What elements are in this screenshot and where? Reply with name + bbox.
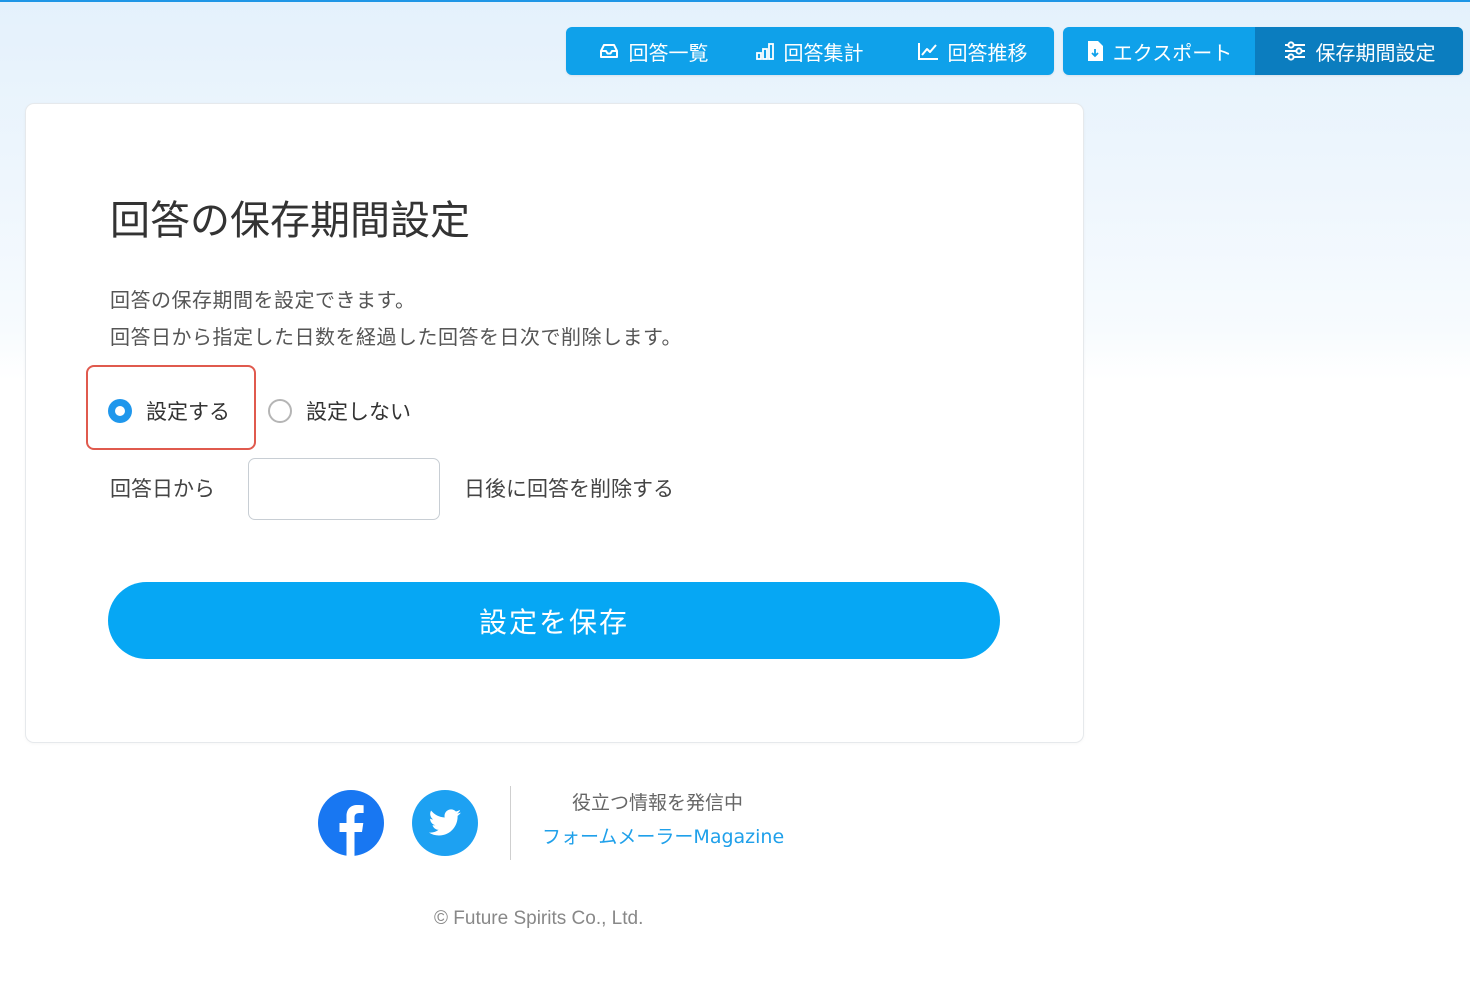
top-border bbox=[0, 0, 1470, 2]
nav-group-responses: 回答一覧 回答集計 回答推移 bbox=[566, 27, 1054, 75]
radio-option-disable[interactable]: 設定しない bbox=[268, 396, 411, 426]
nav-retention-settings-label: 保存期間設定 bbox=[1315, 40, 1436, 65]
nav-response-list-label: 回答一覧 bbox=[628, 40, 709, 65]
page-title: 回答の保存期間設定 bbox=[110, 198, 470, 244]
nav-response-summary[interactable]: 回答集計 bbox=[728, 27, 890, 75]
nav-group-settings: エクスポート 保存期間設定 bbox=[1063, 27, 1463, 75]
nav-response-summary-label: 回答集計 bbox=[783, 40, 864, 65]
facebook-link[interactable] bbox=[318, 790, 384, 856]
nav-response-trend[interactable]: 回答推移 bbox=[890, 27, 1054, 75]
description-line-2: 回答日から指定した日数を経過した回答を日次で削除します。 bbox=[110, 325, 682, 349]
radio-option-enable[interactable]: 設定する bbox=[108, 396, 230, 426]
retention-settings-card: 回答の保存期間設定 回答の保存期間を設定できます。 回答日から指定した日数を経過… bbox=[26, 104, 1083, 742]
footer-tagline: 役立つ情報を発信中 bbox=[572, 792, 744, 814]
nav-response-trend-label: 回答推移 bbox=[947, 40, 1028, 65]
days-prefix-label: 回答日から bbox=[110, 477, 215, 501]
twitter-link[interactable] bbox=[412, 790, 478, 856]
description-line-1: 回答の保存期間を設定できます。 bbox=[110, 288, 416, 312]
radio-label-enable: 設定する bbox=[146, 400, 230, 424]
copyright: © Future Spirits Co., Ltd. bbox=[434, 908, 644, 929]
nav-response-list[interactable]: 回答一覧 bbox=[566, 27, 728, 75]
inbox-icon bbox=[598, 42, 620, 60]
radio-button-checked[interactable] bbox=[108, 399, 132, 423]
twitter-icon bbox=[412, 790, 478, 856]
facebook-icon bbox=[318, 790, 384, 856]
line-chart-icon bbox=[917, 41, 939, 61]
file-export-icon bbox=[1086, 40, 1104, 62]
radio-label-disable: 設定しない bbox=[306, 400, 411, 424]
footer-divider bbox=[510, 786, 511, 860]
days-suffix-label: 日後に回答を削除する bbox=[464, 477, 674, 501]
bar-chart-icon bbox=[755, 42, 775, 60]
nav-export[interactable]: エクスポート bbox=[1063, 27, 1255, 75]
nav-export-label: エクスポート bbox=[1112, 40, 1233, 65]
magazine-link[interactable]: フォームメーラーMagazine bbox=[542, 822, 784, 849]
nav-retention-settings[interactable]: 保存期間設定 bbox=[1255, 27, 1463, 75]
save-settings-button[interactable]: 設定を保存 bbox=[108, 582, 1000, 659]
retention-days-input[interactable] bbox=[248, 458, 440, 520]
radio-button-unchecked[interactable] bbox=[268, 399, 292, 423]
sliders-icon bbox=[1283, 41, 1307, 61]
